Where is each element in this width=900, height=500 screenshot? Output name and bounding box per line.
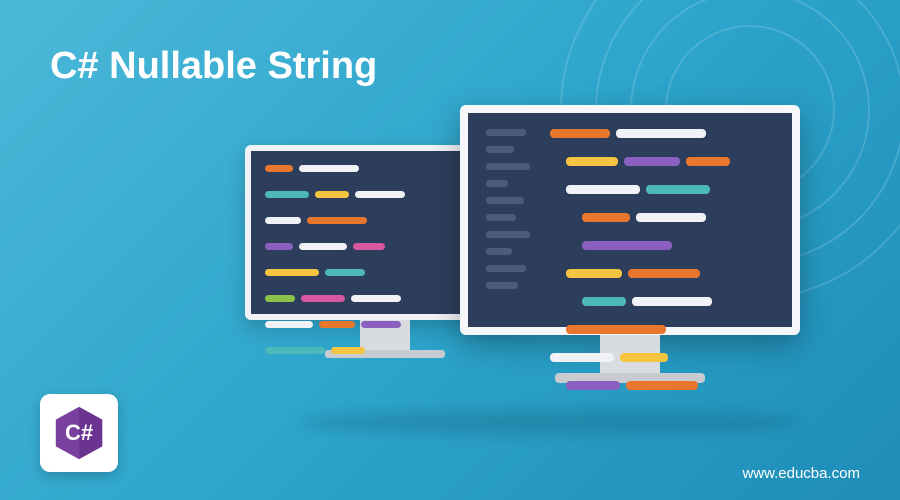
code-sidebar [486, 129, 536, 311]
front-monitor [460, 105, 800, 385]
language-logo-badge: C# [40, 394, 118, 472]
page-title: C# Nullable String [50, 45, 377, 88]
code-main [550, 129, 774, 311]
front-monitor-screen [460, 105, 800, 335]
csharp-logo-icon: C# [50, 404, 108, 462]
logo-text: C# [65, 420, 93, 446]
website-url: www.educba.com [742, 465, 860, 482]
monitor-shadow [300, 410, 800, 435]
